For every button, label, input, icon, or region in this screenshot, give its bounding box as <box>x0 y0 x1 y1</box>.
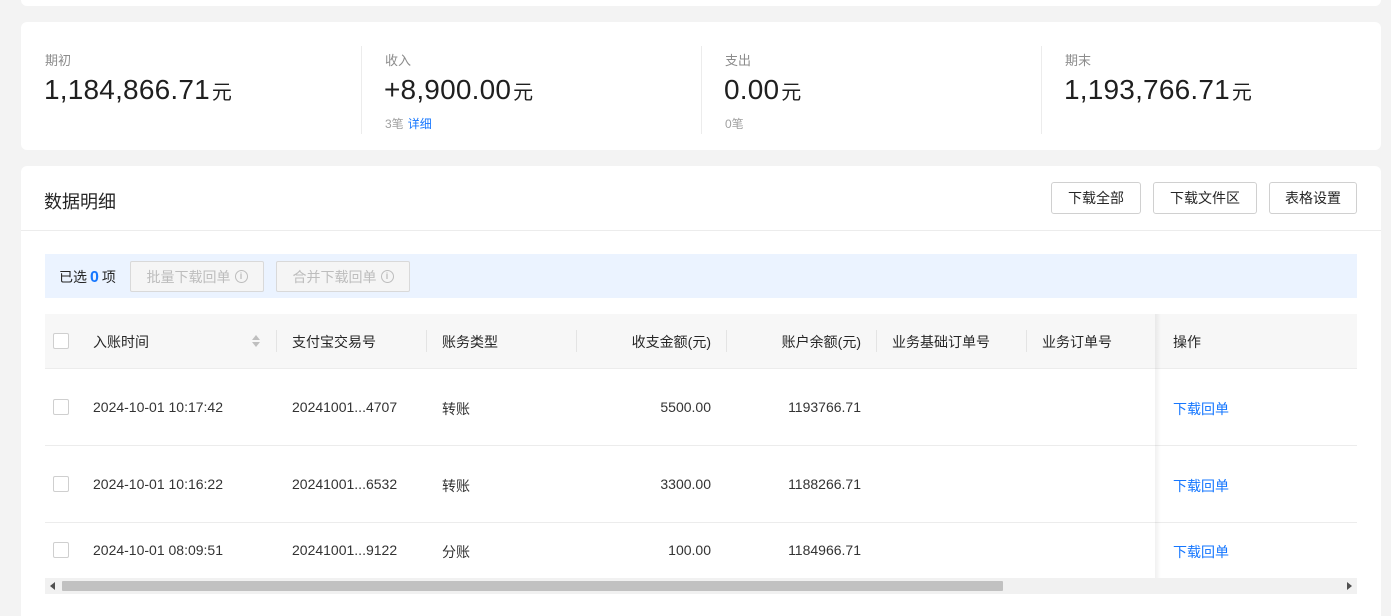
stat-expense-unit: 元 <box>781 82 802 104</box>
column-header-time[interactable]: 入账时间 <box>93 332 149 352</box>
stat-opening-amount: 1,184,866.71 <box>44 74 210 105</box>
top-card-edge <box>21 0 1381 6</box>
stat-opening-unit: 元 <box>211 82 233 104</box>
divider <box>1041 46 1042 134</box>
download-receipt-link[interactable]: 下载回单 <box>1173 542 1229 562</box>
fixed-column-shadow <box>1155 314 1161 578</box>
cell-trade-no: 20241001...4707 <box>292 399 398 415</box>
sort-icon[interactable] <box>251 333 261 349</box>
selection-count-text: 已选 0 项 <box>59 267 116 287</box>
cell-type: 转账 <box>442 478 470 494</box>
stat-expense-sub: 0笔 <box>725 115 744 132</box>
info-icon: i <box>380 270 394 283</box>
info-icon: i <box>234 270 248 283</box>
cell-amount: 3300.00 <box>660 476 711 492</box>
detail-header: 数据明细 下载全部 下载文件区 表格设置 <box>21 166 1381 231</box>
row-checkbox[interactable] <box>53 399 69 415</box>
download-all-button[interactable]: 下载全部 <box>1051 182 1141 214</box>
cell-amount: 5500.00 <box>660 399 711 415</box>
stat-income-count: 3笔 <box>385 117 404 131</box>
cell-time: 2024-10-01 10:16:22 <box>93 476 223 492</box>
row-checkbox[interactable] <box>53 542 69 558</box>
stat-opening-label: 期初 <box>45 53 72 68</box>
divider <box>361 46 362 134</box>
cell-time: 2024-10-01 10:17:42 <box>93 399 223 415</box>
stat-income-sub: 3笔 详细 <box>385 115 432 132</box>
column-separator <box>1026 330 1027 352</box>
column-separator <box>876 330 877 352</box>
summary-card: 期初 1,184,866.71 元 收入 +8,900.00 元 3笔 详细 支出 0… <box>21 22 1381 150</box>
data-table: 入账时间 支付宝交易号 账务类型 收支金额(元) 账户余额(元) 业务基础订单号… <box>45 314 1357 578</box>
selection-suffix: 项 <box>101 269 116 285</box>
column-header-action: 操作 <box>1173 334 1201 350</box>
cell-balance: 1193766.71 <box>788 399 861 415</box>
stat-income-amount: +8,900.00 <box>384 74 512 105</box>
scroll-right-arrow-icon[interactable] <box>1347 582 1352 590</box>
cell-time: 2024-10-01 08:09:51 <box>93 542 223 558</box>
table-settings-button[interactable]: 表格设置 <box>1269 182 1357 214</box>
cell-amount: 100.00 <box>668 542 711 558</box>
download-receipt-link[interactable]: 下载回单 <box>1173 476 1229 496</box>
selection-count: 0 <box>90 269 99 286</box>
column-header-trade-no: 支付宝交易号 <box>292 334 376 350</box>
income-detail-link[interactable]: 详细 <box>408 117 432 131</box>
merge-download-label: 合并下载回单 <box>292 268 377 285</box>
cell-balance: 1184966.71 <box>788 542 861 558</box>
merge-download-button[interactable]: 合并下载回单 i <box>276 261 410 292</box>
stat-expense-count: 0笔 <box>725 117 744 131</box>
batch-download-label: 批量下载回单 <box>146 268 231 285</box>
cell-trade-no: 20241001...9122 <box>292 542 398 558</box>
row-checkbox[interactable] <box>53 476 69 492</box>
select-all-checkbox[interactable] <box>53 333 69 349</box>
divider <box>701 46 702 134</box>
stat-expense-value: 0.00 元 <box>724 74 802 106</box>
batch-download-button[interactable]: 批量下载回单 i <box>130 261 264 292</box>
column-separator <box>276 330 277 352</box>
column-header-type: 账务类型 <box>442 334 498 350</box>
stat-income-value: +8,900.00 元 <box>384 74 533 106</box>
scroll-left-arrow-icon[interactable] <box>50 582 55 590</box>
download-files-button[interactable]: 下载文件区 <box>1153 182 1257 214</box>
cell-type: 转账 <box>442 401 470 417</box>
selection-prefix: 已选 <box>59 269 87 285</box>
stat-opening-value: 1,184,866.71 元 <box>44 74 232 106</box>
selection-bar: 已选 0 项 批量下载回单 i 合并下载回单 i <box>45 254 1357 298</box>
cell-trade-no: 20241001...6532 <box>292 476 398 492</box>
detail-card: 数据明细 下载全部 下载文件区 表格设置 已选 0 项 批量下载回单 i 合并下载回单… <box>21 166 1381 616</box>
stat-income-unit: 元 <box>513 82 534 104</box>
stat-closing-amount: 1,193,766.71 <box>1064 74 1230 105</box>
stat-income-label: 收入 <box>385 53 412 68</box>
cell-balance: 1188266.71 <box>788 476 861 492</box>
column-header-order: 业务订单号 <box>1042 334 1112 350</box>
stat-expense-label: 支出 <box>725 53 752 68</box>
stat-closing: 期末 1,193,766.71 元 <box>1041 22 1381 150</box>
stat-expense-amount: 0.00 <box>724 74 780 105</box>
stat-income: 收入 +8,900.00 元 3笔 详细 <box>361 22 701 150</box>
stat-opening: 期初 1,184,866.71 元 <box>21 22 361 150</box>
page-title: 数据明细 <box>44 192 116 212</box>
stat-closing-label: 期末 <box>1065 53 1092 68</box>
column-separator <box>426 330 427 352</box>
column-header-base-order: 业务基础订单号 <box>892 334 990 350</box>
stat-expense: 支出 0.00 元 0笔 <box>701 22 1041 150</box>
download-receipt-link[interactable]: 下载回单 <box>1173 399 1229 419</box>
column-header-amount: 收支金额(元) <box>631 334 711 350</box>
horizontal-scrollbar[interactable] <box>45 578 1357 594</box>
scrollbar-thumb[interactable] <box>62 581 1003 591</box>
stat-closing-unit: 元 <box>1231 82 1253 104</box>
cell-type: 分账 <box>442 544 470 560</box>
stat-closing-value: 1,193,766.71 元 <box>1064 74 1252 106</box>
column-header-balance: 账户余额(元) <box>781 334 861 350</box>
